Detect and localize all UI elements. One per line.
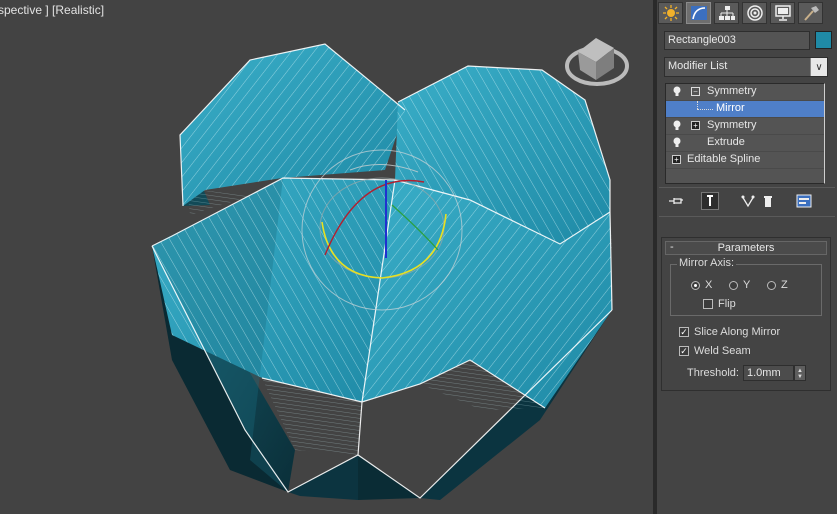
make-unique-icon	[741, 195, 755, 208]
pin-stack-button[interactable]	[667, 192, 685, 210]
viewcube[interactable]	[565, 38, 629, 86]
modify-curve-icon	[690, 6, 707, 20]
lightbulb-icon[interactable]	[673, 86, 681, 97]
axis-x-label: X	[705, 279, 713, 291]
divider	[659, 187, 835, 188]
mirror-axis-group: Mirror Axis: X Y Z Flip	[670, 257, 822, 316]
viewport-label[interactable]: spective ] [Realistic]	[0, 3, 104, 17]
show-end-result-button[interactable]	[701, 192, 719, 210]
make-unique-button[interactable]	[739, 192, 757, 210]
command-panel: Rectangle003 Modifier List ∨ − Symmetry …	[657, 0, 837, 514]
flip-checkbox[interactable]	[703, 299, 713, 309]
configure-sets-icon	[796, 194, 812, 208]
weld-seam-checkbox[interactable]: ✓	[679, 346, 689, 356]
parameters-rollout-header[interactable]: - Parameters	[665, 241, 827, 255]
stack-item-label: Symmetry	[707, 85, 757, 97]
tab-hierarchy[interactable]	[714, 2, 739, 24]
modifier-list-dropdown[interactable]: Modifier List ∨	[664, 57, 828, 77]
threshold-input[interactable]: 1.0mm	[743, 365, 794, 381]
lightbulb-icon[interactable]	[673, 137, 681, 148]
mirror-axis-label: Mirror Axis:	[677, 257, 736, 269]
stack-item-mirror[interactable]: Mirror	[666, 101, 824, 118]
stack-item-label: Mirror	[716, 102, 745, 114]
display-monitor-icon	[774, 5, 791, 21]
show-end-result-icon	[707, 195, 713, 206]
stack-toolbar	[665, 191, 829, 213]
modifier-stack[interactable]: − Symmetry Mirror + Symmetry Extrude + E…	[665, 83, 825, 184]
stack-item-extrude[interactable]: Extrude	[666, 135, 824, 152]
divider	[659, 216, 835, 217]
tree-branch-line	[697, 101, 699, 109]
flip-label: Flip	[718, 298, 736, 310]
stack-item-symmetry-2[interactable]: + Symmetry	[666, 118, 824, 135]
tab-motion[interactable]	[742, 2, 767, 24]
chevron-down-icon[interactable]: ∨	[810, 58, 827, 76]
axis-y-radio[interactable]	[729, 281, 738, 290]
slice-along-mirror-label: Slice Along Mirror	[694, 326, 781, 338]
motion-icon	[746, 5, 763, 21]
remove-modifier-button[interactable]	[759, 192, 777, 210]
axis-y-label: Y	[743, 279, 751, 291]
tab-create[interactable]	[658, 2, 683, 24]
axis-z-radio[interactable]	[767, 281, 776, 290]
axis-x-radio[interactable]	[691, 281, 700, 290]
tab-utilities[interactable]	[798, 2, 823, 24]
pin-stack-icon	[669, 198, 683, 204]
parameters-rollout: - Parameters Mirror Axis: X Y Z Flip ✓ S…	[661, 237, 831, 391]
expand-icon[interactable]: +	[672, 155, 681, 164]
perspective-viewport[interactable]: spective ] [Realistic]	[0, 0, 653, 514]
create-sun-icon	[662, 5, 679, 21]
expand-icon[interactable]: +	[691, 121, 700, 130]
weld-seam-label: Weld Seam	[694, 345, 751, 357]
max-window: spective ] [Realistic] Rectangle003 Modi…	[0, 0, 837, 514]
object-name-field[interactable]: Rectangle003	[664, 31, 810, 50]
remove-modifier-icon	[764, 196, 772, 207]
utilities-hammer-icon	[803, 6, 819, 21]
slice-along-mirror-checkbox[interactable]: ✓	[679, 327, 689, 337]
collapse-icon[interactable]: −	[691, 87, 700, 96]
viewport-scene[interactable]	[0, 0, 653, 514]
tab-display[interactable]	[770, 2, 795, 24]
tab-modify[interactable]	[686, 2, 711, 24]
stack-item-symmetry[interactable]: − Symmetry	[666, 84, 824, 101]
command-panel-tabs	[657, 0, 837, 26]
stack-item-editable-spline[interactable]: + Editable Spline	[666, 152, 824, 169]
stack-item-label: Symmetry	[707, 119, 757, 131]
stack-item-label: Extrude	[707, 136, 745, 148]
stack-item-label: Editable Spline	[687, 153, 761, 165]
axis-z-label: Z	[781, 279, 788, 291]
threshold-spinner[interactable]: ▲ ▼	[794, 365, 806, 381]
hierarchy-icon	[718, 6, 735, 20]
object-color-swatch[interactable]	[815, 31, 832, 49]
configure-modifier-sets-button[interactable]	[795, 192, 813, 210]
threshold-label: Threshold:	[687, 367, 739, 379]
tree-branch-line	[697, 109, 713, 110]
modifier-list-label: Modifier List	[668, 60, 728, 72]
spinner-down-icon[interactable]: ▼	[797, 374, 803, 380]
lightbulb-icon[interactable]	[673, 120, 681, 131]
rollout-title: Parameters	[717, 242, 775, 254]
